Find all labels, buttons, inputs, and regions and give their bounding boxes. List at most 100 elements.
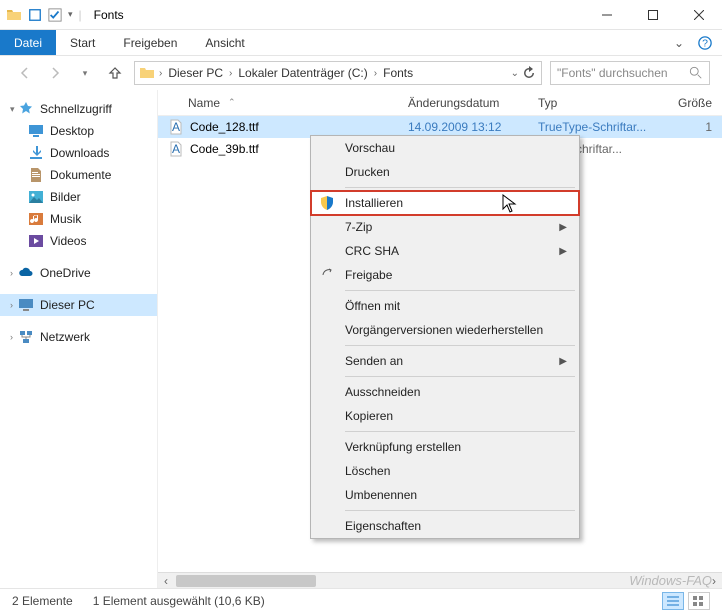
refresh-icon[interactable] [521, 65, 537, 81]
address-bar[interactable]: › Dieser PC › Lokaler Datenträger (C:) ›… [134, 61, 542, 85]
search-icon [689, 66, 703, 80]
file-tab[interactable]: Datei [0, 30, 56, 55]
checkbox-icon[interactable] [48, 8, 62, 22]
context-menu-item[interactable]: Eigenschaften [311, 514, 579, 538]
context-menu-item[interactable]: Öffnen mit [311, 294, 579, 318]
context-menu-item[interactable]: Verknüpfung erstellen [311, 435, 579, 459]
context-menu-item[interactable]: Vorgängerversionen wiederherstellen [311, 318, 579, 342]
context-menu-item[interactable]: CRC SHA▶ [311, 239, 579, 263]
chevron-right-icon[interactable]: › [229, 68, 232, 79]
sidebar-item-thispc[interactable]: ›Dieser PC [0, 294, 157, 316]
chevron-right-icon: ▶ [559, 246, 567, 257]
up-button[interactable] [104, 62, 126, 84]
window-title: Fonts [88, 8, 584, 22]
context-menu-item[interactable]: Freigabe [311, 263, 579, 287]
sidebar-item-documents[interactable]: Dokumente [0, 164, 157, 186]
status-bar: 2 Elemente 1 Element ausgewählt (10,6 KB… [0, 588, 722, 612]
chevron-down-icon[interactable]: ⌄ [511, 68, 519, 79]
folder-icon [6, 7, 22, 23]
chevron-right-icon[interactable]: › [10, 300, 13, 310]
context-menu-item[interactable]: Ausschneiden [311, 380, 579, 404]
sidebar-item-network[interactable]: ›Netzwerk [0, 326, 157, 348]
sidebar-item-downloads[interactable]: Downloads [0, 142, 157, 164]
column-type[interactable]: Typ [538, 96, 678, 110]
context-menu-item[interactable]: 7-Zip▶ [311, 215, 579, 239]
pictures-icon [28, 189, 44, 205]
search-input[interactable]: "Fonts" durchsuchen [550, 61, 710, 85]
context-menu-item[interactable]: Vorschau [311, 136, 579, 160]
share-icon [319, 267, 335, 283]
music-icon [28, 211, 44, 227]
context-menu: VorschauDrucken Installieren7-Zip▶CRC SHA… [310, 135, 580, 539]
back-button[interactable] [14, 62, 36, 84]
status-count: 2 Elemente [12, 594, 73, 608]
sidebar-item-music[interactable]: Musik [0, 208, 157, 230]
breadcrumb-item[interactable]: Dieser PC [166, 66, 225, 80]
cloud-icon [18, 265, 34, 281]
search-placeholder: "Fonts" durchsuchen [557, 66, 668, 80]
properties-icon[interactable] [28, 8, 42, 22]
navigation-pane: ▾ Schnellzugriff Desktop Downloads Dokum… [0, 90, 158, 588]
maximize-button[interactable] [630, 0, 676, 30]
document-icon [28, 167, 44, 183]
details-view-button[interactable] [662, 592, 684, 610]
column-headers: Name⌃ Änderungsdatum Typ Größe [158, 90, 722, 116]
address-row: ▾ › Dieser PC › Lokaler Datenträger (C:)… [0, 56, 722, 90]
chevron-right-icon: ▶ [559, 222, 567, 233]
ribbon-expand-icon[interactable]: ⌄ [674, 36, 684, 50]
tab-start[interactable]: Start [56, 30, 109, 55]
font-file-icon: A [168, 119, 184, 135]
quick-access-toolbar: ▾ | [0, 7, 88, 23]
svg-text:A: A [172, 142, 180, 156]
chevron-right-icon[interactable]: › [10, 268, 13, 278]
sidebar-item-onedrive[interactable]: ›OneDrive [0, 262, 157, 284]
scroll-left-icon[interactable]: ‹ [158, 573, 174, 589]
icons-view-button[interactable] [688, 592, 710, 610]
context-menu-item[interactable]: Installieren [311, 191, 579, 215]
network-icon [18, 329, 34, 345]
download-icon [28, 145, 44, 161]
videos-icon [28, 233, 44, 249]
tab-share[interactable]: Freigeben [109, 30, 191, 55]
context-menu-item[interactable]: Kopieren [311, 404, 579, 428]
context-menu-item[interactable]: Senden an▶ [311, 349, 579, 373]
help-icon[interactable]: ? [698, 36, 712, 50]
column-size[interactable]: Größe [678, 96, 722, 110]
status-selection: 1 Element ausgewählt (10,6 KB) [93, 594, 265, 608]
recent-dropdown-icon[interactable]: ▾ [74, 62, 96, 84]
breadcrumb-item[interactable]: Lokaler Datenträger (C:) [236, 66, 369, 80]
column-date[interactable]: Änderungsdatum [408, 96, 538, 110]
chevron-right-icon[interactable]: › [374, 68, 377, 79]
star-icon [18, 101, 34, 117]
column-name[interactable]: Name⌃ [158, 96, 408, 110]
context-menu-item[interactable]: Löschen [311, 459, 579, 483]
chevron-down-icon[interactable]: ▾ [10, 104, 15, 115]
folder-icon [139, 65, 155, 81]
sidebar-item-pictures[interactable]: Bilder [0, 186, 157, 208]
desktop-icon [28, 123, 44, 139]
context-menu-item[interactable]: Umbenennen [311, 483, 579, 507]
minimize-button[interactable] [584, 0, 630, 30]
breadcrumb-item[interactable]: Fonts [381, 66, 415, 80]
forward-button[interactable] [44, 62, 66, 84]
cursor-icon [502, 194, 518, 214]
scrollbar-thumb[interactable] [176, 575, 316, 587]
svg-text:?: ? [702, 37, 708, 49]
qat-overflow-icon[interactable]: ▾ [68, 9, 73, 20]
svg-text:A: A [172, 120, 180, 134]
chevron-right-icon: ▶ [559, 356, 567, 367]
sort-asc-icon: ⌃ [228, 97, 236, 108]
computer-icon [18, 297, 34, 313]
context-menu-item[interactable]: Drucken [311, 160, 579, 184]
sidebar-item-quickaccess[interactable]: ▾ Schnellzugriff [0, 98, 157, 120]
chevron-right-icon[interactable]: › [159, 68, 162, 79]
font-file-icon: A [168, 141, 184, 157]
tab-view[interactable]: Ansicht [191, 30, 258, 55]
close-button[interactable] [676, 0, 722, 30]
watermark: Windows-FAQ [629, 573, 712, 588]
ribbon-tabs: Datei Start Freigeben Ansicht ⌄ ? [0, 30, 722, 56]
sidebar-item-videos[interactable]: Videos [0, 230, 157, 252]
shield-icon [319, 195, 335, 211]
sidebar-item-desktop[interactable]: Desktop [0, 120, 157, 142]
chevron-right-icon[interactable]: › [10, 332, 13, 342]
